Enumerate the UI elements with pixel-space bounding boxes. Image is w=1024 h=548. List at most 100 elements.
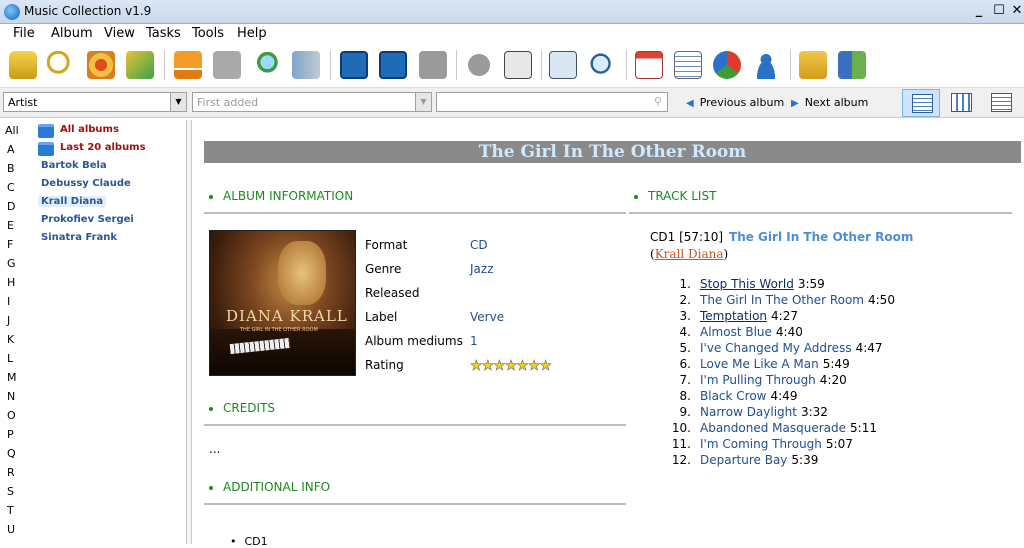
layout-icon[interactable]	[838, 51, 866, 79]
search-web-icon[interactable]	[252, 51, 280, 79]
track-link[interactable]: Love Me Like A Man 5:49	[700, 357, 850, 371]
letter-filter[interactable]: I	[7, 295, 10, 308]
track-title[interactable]: Narrow Daylight	[700, 405, 797, 419]
star-icon[interactable]: ★	[528, 358, 541, 375]
album-sync-icon[interactable]	[126, 51, 154, 79]
track-title[interactable]: Departure Bay	[700, 453, 787, 467]
format-value[interactable]: CD	[470, 238, 488, 252]
letter-filter[interactable]: R	[7, 466, 15, 479]
sidebar-item-artist[interactable]: Bartok Bela	[41, 160, 107, 171]
calendar-icon[interactable]	[635, 51, 663, 79]
mediums-value[interactable]: 1	[470, 334, 478, 348]
track-title[interactable]: Love Me Like A Man	[700, 357, 819, 371]
star-icon[interactable]: ★	[504, 358, 517, 375]
pie-chart-icon[interactable]	[713, 51, 741, 79]
letter-filter[interactable]: C	[7, 181, 15, 194]
letter-filter[interactable]: P	[7, 428, 14, 441]
music-library-icon[interactable]	[292, 51, 320, 79]
sidebar-item-artist-selected[interactable]: Krall Diana	[38, 196, 107, 207]
track-link[interactable]: Almost Blue 4:40	[700, 325, 803, 339]
sidebar-item-artist[interactable]: Prokofiev Sergei	[41, 214, 134, 225]
add-album-icon[interactable]	[9, 51, 37, 79]
track-link[interactable]: I've Changed My Address 4:47	[700, 341, 883, 355]
next-album-link[interactable]: ▶ Next album	[791, 96, 868, 109]
track-title[interactable]: I've Changed My Address	[700, 341, 852, 355]
track-link[interactable]: Stop This World 3:59	[700, 277, 825, 291]
letter-filter[interactable]: U	[7, 523, 15, 536]
html-export-icon[interactable]	[504, 51, 532, 79]
download-icon[interactable]	[213, 51, 241, 79]
cloud-icon[interactable]	[465, 51, 493, 79]
star-icon[interactable]: ★	[493, 358, 506, 375]
letter-filter[interactable]: O	[7, 409, 16, 422]
letter-filter[interactable]: D	[7, 200, 15, 213]
edit-icon[interactable]	[379, 51, 407, 79]
track-title[interactable]: Almost Blue	[700, 325, 772, 339]
chevron-down-icon[interactable]: ▼	[415, 93, 431, 111]
view-details-button[interactable]	[902, 89, 940, 117]
track-link[interactable]: Abandoned Masquerade 5:11	[700, 421, 877, 435]
letter-filter[interactable]: A	[7, 143, 15, 156]
letter-filter[interactable]: K	[7, 333, 14, 346]
track-link[interactable]: Narrow Daylight 3:32	[700, 405, 828, 419]
add-icon[interactable]	[340, 51, 368, 79]
letter-filter[interactable]: J	[7, 314, 10, 327]
track-link[interactable]: I'm Coming Through 5:07	[700, 437, 853, 451]
menu-tasks[interactable]: Tasks	[146, 26, 181, 41]
star-icon[interactable]: ★	[516, 358, 529, 375]
close-button[interactable]: ✕	[1008, 4, 1024, 20]
maximize-button[interactable]: ☐	[990, 4, 1008, 20]
label-value[interactable]: Verve	[470, 310, 504, 324]
menu-view[interactable]: View	[104, 26, 135, 41]
lending-icon[interactable]	[799, 51, 827, 79]
track-link[interactable]: Departure Bay 5:39	[700, 453, 818, 467]
letter-filter[interactable]: F	[7, 238, 13, 251]
track-title[interactable]: I'm Coming Through	[700, 437, 822, 451]
genre-value[interactable]: Jazz	[470, 262, 494, 276]
track-title[interactable]: Black Crow	[700, 389, 767, 403]
menu-tools[interactable]: Tools	[192, 26, 224, 41]
letter-filter[interactable]: B	[7, 162, 15, 175]
rating-stars[interactable]: ★★★★★★★	[470, 358, 552, 375]
chevron-down-icon[interactable]: ▼	[170, 93, 186, 111]
track-link[interactable]: Temptation 4:27	[700, 309, 798, 323]
star-icon[interactable]: ★	[470, 358, 483, 375]
track-title[interactable]: Abandoned Masquerade	[700, 421, 846, 435]
letter-filter-all[interactable]: All	[5, 124, 19, 137]
album-lookup-icon[interactable]	[87, 51, 115, 79]
remove-icon[interactable]	[419, 51, 447, 79]
track-title[interactable]: Stop This World	[700, 277, 794, 291]
letter-filter[interactable]: L	[7, 352, 13, 365]
track-link[interactable]: I'm Pulling Through 4:20	[700, 373, 847, 387]
letter-filter[interactable]: N	[7, 390, 15, 403]
search-input[interactable]: ⚲	[436, 92, 668, 112]
sidebar-item-artist[interactable]: Debussy Claude	[41, 178, 131, 189]
track-title[interactable]: I'm Pulling Through	[700, 373, 816, 387]
letter-filter[interactable]: T	[7, 504, 14, 517]
sort-select[interactable]: First added ▼	[192, 92, 432, 112]
star-icon[interactable]: ★	[539, 358, 552, 375]
letter-filter[interactable]: E	[7, 219, 14, 232]
search-icon[interactable]: ⚲	[654, 95, 662, 108]
letter-filter[interactable]: M	[7, 371, 17, 384]
artist-link[interactable]: Krall Diana	[655, 247, 724, 261]
music-search-icon[interactable]	[588, 51, 616, 79]
scan-icon[interactable]	[549, 51, 577, 79]
sidebar-item-artist[interactable]: Sinatra Frank	[41, 232, 117, 243]
track-link[interactable]: Black Crow 4:49	[700, 389, 797, 403]
letter-filter[interactable]: H	[7, 276, 15, 289]
user-icon[interactable]	[752, 51, 780, 79]
search-icon[interactable]	[47, 51, 75, 79]
sidebar-item-last-20[interactable]: Last 20 albums	[60, 142, 146, 153]
menu-album[interactable]: Album	[51, 26, 93, 41]
previous-album-link[interactable]: ◀ Previous album	[686, 96, 784, 109]
minimize-button[interactable]: _	[970, 4, 988, 20]
menu-file[interactable]: File	[13, 26, 35, 41]
star-icon[interactable]: ★	[481, 358, 494, 375]
view-list-button[interactable]	[982, 89, 1020, 117]
eject-icon[interactable]	[174, 51, 202, 79]
group-by-select[interactable]: Artist ▼	[3, 92, 187, 112]
letter-filter[interactable]: Q	[7, 447, 16, 460]
checklist-icon[interactable]	[674, 51, 702, 79]
sidebar-item-all-albums[interactable]: All albums	[60, 124, 119, 135]
